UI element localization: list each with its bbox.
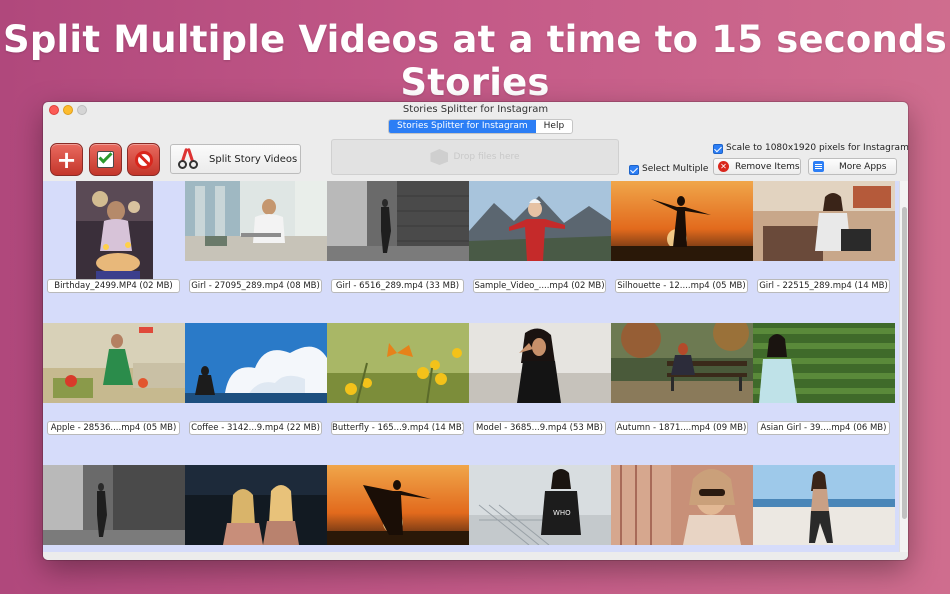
window-title: Stories Splitter for Instagram — [402, 104, 549, 115]
title-bar: Stories Splitter for Instagram — [43, 102, 908, 118]
drop-zone-label: Drop files here — [453, 152, 520, 162]
video-thumbnail — [43, 465, 185, 545]
tab-help[interactable]: Help — [536, 120, 573, 133]
video-thumbnail — [753, 465, 895, 545]
app-window: Stories Splitter for Instagram Stories S… — [43, 102, 908, 560]
select-multiple-label: Select Multiple — [642, 164, 709, 174]
video-label: Birthday_2499.MP4 (02 MB) — [47, 279, 180, 293]
video-label: Coffee - 3142...9.mp4 (22 MB) — [189, 421, 322, 435]
video-label: Sample_Video_....mp4 (02 MB) — [473, 279, 606, 293]
split-story-videos-button[interactable]: Split Story Videos — [170, 144, 301, 174]
drop-zone[interactable]: Drop files here — [331, 139, 619, 175]
window-maximize-button[interactable] — [77, 105, 87, 115]
ban-icon — [134, 150, 153, 169]
select-all-button[interactable] — [89, 143, 122, 176]
scissors-icon — [177, 147, 199, 170]
promo-headline: Split Multiple Videos at a time to 15 se… — [3, 18, 947, 104]
video-thumbnail — [611, 323, 753, 403]
video-thumbnail — [753, 181, 895, 261]
scale-label: Scale to 1080x1920 pixels for Instagram — [726, 143, 908, 153]
more-apps-button[interactable]: More Apps — [808, 158, 897, 175]
video-thumbnail — [76, 181, 153, 281]
select-multiple-checkbox[interactable] — [629, 165, 639, 175]
remove-items-label: Remove Items — [735, 161, 800, 172]
video-label: Girl - 27095_289.mp4 (08 MB) — [189, 279, 322, 293]
video-thumbnail — [327, 465, 469, 545]
video-label: Butterfly - 165...9.mp4 (14 MB) — [331, 421, 464, 435]
video-thumbnail — [469, 181, 611, 261]
plus-icon: + — [56, 145, 77, 174]
video-thumbnail — [611, 465, 753, 545]
clear-selection-button[interactable] — [127, 143, 160, 176]
mode-tabs: Stories Splitter for Instagram Help — [388, 119, 574, 134]
box-icon — [430, 149, 449, 165]
video-thumbnail — [469, 323, 611, 403]
window-bottom-edge — [43, 552, 908, 560]
video-thumbnail — [327, 323, 469, 403]
video-thumbnail — [753, 323, 895, 403]
tab-stories-splitter[interactable]: Stories Splitter for Instagram — [389, 120, 536, 133]
scrollbar-thumb[interactable] — [902, 207, 907, 519]
video-label: Girl - 6516_289.mp4 (33 MB) — [331, 279, 464, 293]
remove-icon: ✕ — [718, 161, 729, 172]
scale-checkbox[interactable] — [713, 144, 723, 154]
apps-icon — [813, 161, 824, 172]
video-thumbnail — [43, 323, 185, 403]
video-label: Silhouette - 12....mp4 (05 MB) — [615, 279, 748, 293]
video-label: Model - 3685...9.mp4 (53 MB) — [473, 421, 606, 435]
checkmark-icon — [97, 149, 114, 168]
video-thumbnail — [185, 323, 327, 403]
remove-items-button[interactable]: ✕ Remove Items — [713, 158, 801, 175]
window-close-button[interactable] — [49, 105, 59, 115]
split-button-label: Split Story Videos — [209, 153, 298, 165]
video-label: Autumn - 1871....mp4 (09 MB) — [615, 421, 748, 435]
video-label: Asian Girl - 39....mp4 (06 MB) — [757, 421, 890, 435]
video-thumbnail: WHO — [469, 465, 611, 545]
video-label: Girl - 22515_289.mp4 (14 MB) — [757, 279, 890, 293]
grid-scrollbar[interactable] — [899, 181, 908, 552]
svg-text:WHO: WHO — [553, 509, 571, 517]
more-apps-label: More Apps — [839, 161, 887, 172]
video-thumbnail — [185, 181, 327, 261]
window-minimize-button[interactable] — [63, 105, 73, 115]
video-grid: Birthday_2499.MP4 (02 MB) Girl - 27095_2… — [43, 181, 899, 552]
add-videos-button[interactable]: + — [50, 143, 83, 176]
video-thumbnail — [327, 181, 469, 261]
video-label: Apple - 28536....mp4 (05 MB) — [47, 421, 180, 435]
video-thumbnail — [185, 465, 327, 545]
video-thumbnail — [611, 181, 753, 261]
